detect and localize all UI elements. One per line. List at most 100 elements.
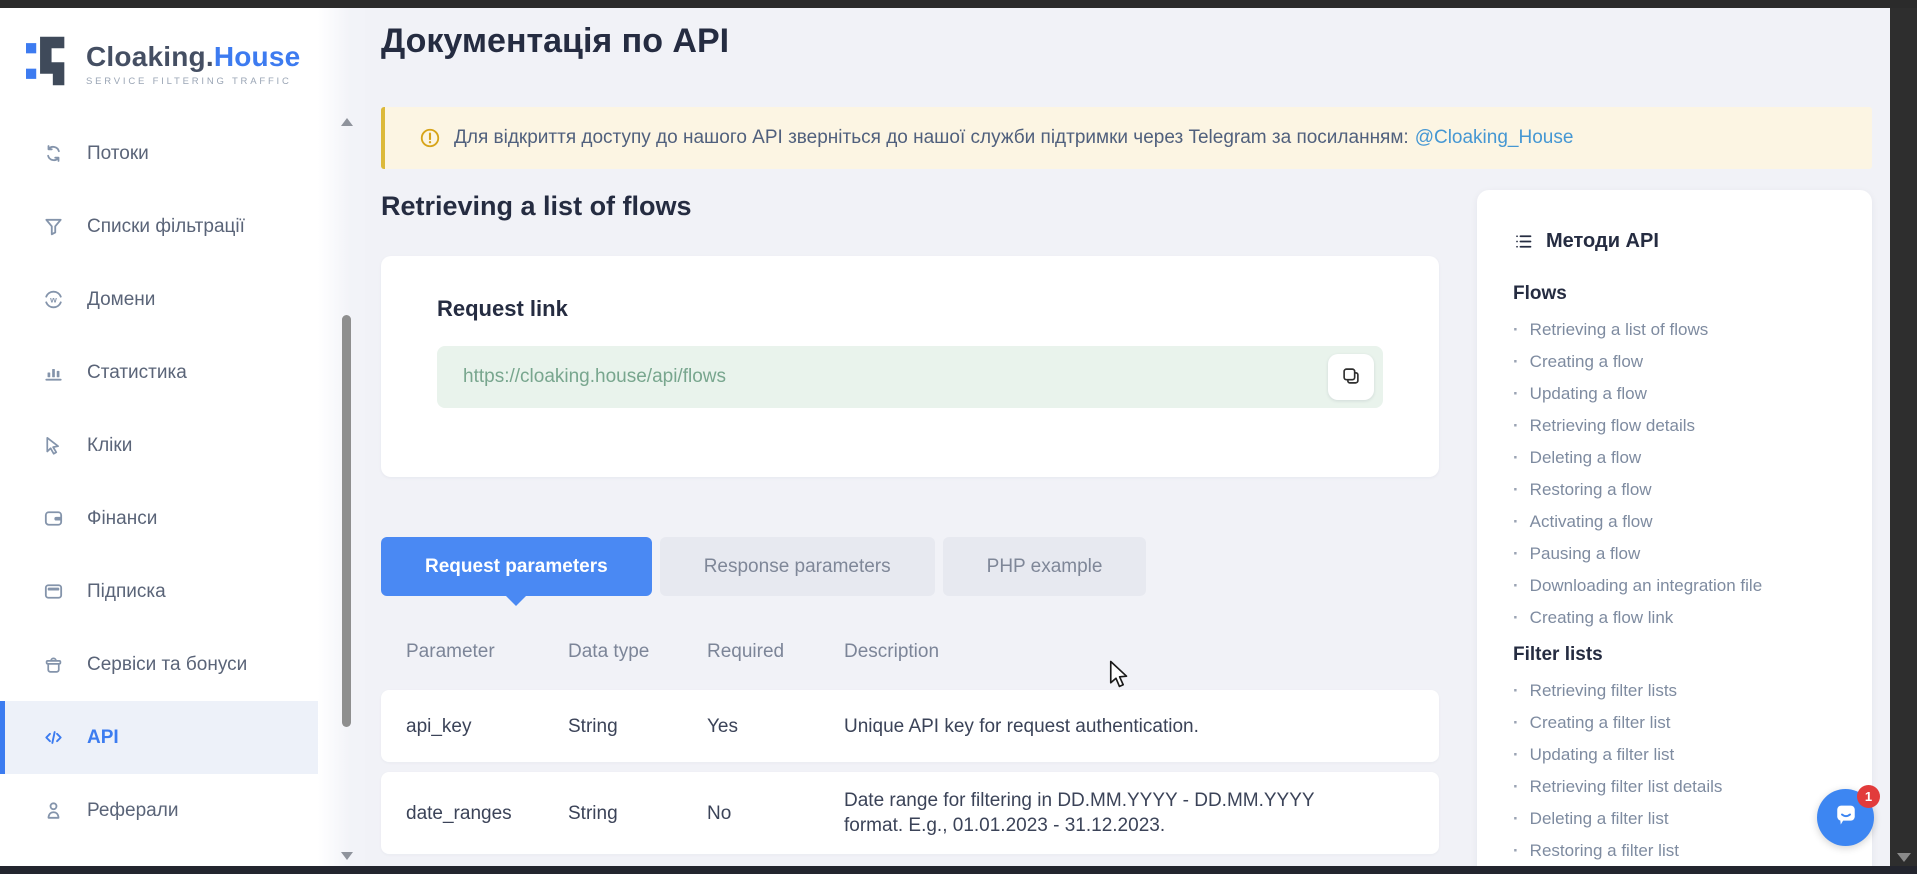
cloaking-house-logo-icon xyxy=(26,34,72,93)
chat-widget-button[interactable]: 1 xyxy=(1817,789,1874,846)
banner-text: Для відкриття доступу до нашого API звер… xyxy=(454,127,1573,149)
sidebar-item[interactable]: Статистика xyxy=(0,336,318,409)
copy-icon xyxy=(1340,365,1362,390)
cell-data-type: String xyxy=(568,785,707,842)
stats-icon xyxy=(42,361,65,384)
sidebar-item-label: Кліки xyxy=(87,435,132,457)
logo-text: Cloaking.House SERVICE FILTERING TRAFFIC xyxy=(86,41,300,87)
table-row: api_key String Yes Unique API key for re… xyxy=(381,690,1439,762)
logo[interactable]: Cloaking.House SERVICE FILTERING TRAFFIC xyxy=(0,8,318,93)
tab[interactable]: Request parameters xyxy=(381,537,652,596)
chat-notification-badge: 1 xyxy=(1857,785,1880,808)
filter-icon xyxy=(42,215,65,238)
tabs: Request parameters Response parameters P… xyxy=(381,537,1154,596)
telegram-link[interactable]: @Cloaking_House xyxy=(1415,127,1574,148)
column-header: Description xyxy=(844,641,1399,663)
cell-parameter: date_ranges xyxy=(406,785,568,842)
api-methods-panel: Методи API Flows Retrieving a list of fl… xyxy=(1477,190,1872,874)
request-link-title: Request link xyxy=(437,296,1439,322)
window-chrome-bottom xyxy=(0,866,1917,874)
scroll-up-arrow-icon[interactable] xyxy=(341,118,353,126)
method-link[interactable]: Creating a flow link xyxy=(1513,602,1836,634)
finance-icon xyxy=(42,507,65,530)
sidebar-item[interactable]: w Домени xyxy=(0,263,318,336)
subscription-icon xyxy=(42,580,65,603)
info-banner: Для відкриття доступу до нашого API звер… xyxy=(381,107,1872,169)
method-link[interactable]: Restoring a filter list xyxy=(1513,835,1836,867)
sidebar-item[interactable]: Списки фільтрації xyxy=(0,190,318,263)
method-link[interactable]: Restoring a flow xyxy=(1513,474,1836,506)
table-header-row: Parameter Data typeRequiredDescription xyxy=(381,614,1439,690)
window-chrome-top xyxy=(0,0,1917,8)
method-link[interactable]: Retrieving flow details xyxy=(1513,410,1836,442)
browser-scrollbar-track[interactable] xyxy=(1890,0,1917,874)
tab[interactable]: Response parameters xyxy=(660,537,935,596)
method-link[interactable]: Retrieving filter list details xyxy=(1513,771,1836,803)
sidebar-item-label: Підписка xyxy=(87,581,166,603)
sidebar-item-label: Потоки xyxy=(87,143,149,165)
svg-text:w: w xyxy=(49,295,57,305)
sync-icon xyxy=(42,142,65,165)
sidebar-item[interactable]: Реферали xyxy=(0,774,318,847)
scroll-down-arrow-icon[interactable] xyxy=(341,852,353,860)
sidebar-item-label: Сервіси та бонуси xyxy=(87,654,247,676)
cell-required: Yes xyxy=(707,698,844,755)
brand-name-accent: House xyxy=(214,41,301,72)
sidebar-item[interactable]: Підписка xyxy=(0,555,318,628)
method-link[interactable]: Creating a flow xyxy=(1513,346,1836,378)
sidebar-scrollbar-thumb[interactable] xyxy=(342,315,351,727)
methods-panel-title: Методи API xyxy=(1546,230,1659,253)
methods-section-flows: Flows xyxy=(1513,283,1836,305)
flows-method-list: Retrieving a list of flowsCreating a flo… xyxy=(1513,314,1836,634)
cell-data-type: String xyxy=(568,698,707,755)
request-link-card: Request link https://cloaking.house/api/… xyxy=(381,256,1439,477)
info-icon xyxy=(419,127,441,149)
method-link[interactable]: Activating a flow xyxy=(1513,506,1836,538)
domains-icon: w xyxy=(42,288,65,311)
method-link[interactable]: Retrieving filter lists xyxy=(1513,675,1836,707)
sidebar-item[interactable]: API xyxy=(0,701,318,774)
page-title: Документація по API xyxy=(381,22,729,61)
sidebar-item[interactable]: Фінанси xyxy=(0,482,318,555)
method-link[interactable]: Deleting a flow xyxy=(1513,442,1836,474)
method-link[interactable]: Pausing a flow xyxy=(1513,538,1836,570)
method-link[interactable]: Deleting a filter list xyxy=(1513,803,1836,835)
sidebar-scrollbar[interactable] xyxy=(337,8,355,866)
methods-section-filter-lists: Filter lists xyxy=(1513,644,1836,666)
cell-description: Unique API key for request authenticatio… xyxy=(844,698,1364,755)
column-header: Parameter xyxy=(406,640,466,664)
table-row: date_ranges String No Date range for fil… xyxy=(381,772,1439,854)
clicks-icon xyxy=(42,434,65,457)
request-url-value: https://cloaking.house/api/flows xyxy=(463,366,1328,388)
tab[interactable]: PHP example xyxy=(943,537,1147,596)
app-screen: Cloaking.House SERVICE FILTERING TRAFFIC… xyxy=(0,0,1917,874)
column-header: Data type xyxy=(568,641,707,663)
sidebar: Cloaking.House SERVICE FILTERING TRAFFIC… xyxy=(0,8,318,866)
parameters-table: Parameter Data typeRequiredDescription ap… xyxy=(381,614,1439,864)
method-link[interactable]: Retrieving a list of flows xyxy=(1513,314,1836,346)
method-link[interactable]: Updating a flow xyxy=(1513,378,1836,410)
sidebar-item-label: Статистика xyxy=(87,362,187,384)
request-url-field[interactable]: https://cloaking.house/api/flows xyxy=(437,346,1383,408)
method-link[interactable]: Downloading an integration file xyxy=(1513,570,1836,602)
sidebar-item-label: Списки фільтрації xyxy=(87,216,245,238)
column-header: Required xyxy=(707,641,844,663)
sidebar-item[interactable]: Потоки xyxy=(0,117,318,190)
sidebar-menu: Потоки Списки фільтрації w Домени Статис… xyxy=(0,117,318,847)
brand-name: Cloaking. xyxy=(86,41,214,72)
gift-icon xyxy=(42,653,65,676)
cell-parameter: api_key xyxy=(406,698,568,755)
filter-lists-method-list: Retrieving filter listsCreating a filter… xyxy=(1513,675,1836,867)
sidebar-item-label: Реферали xyxy=(87,800,178,822)
sidebar-item-label: API xyxy=(87,727,119,749)
code-icon xyxy=(42,726,65,749)
sidebar-item[interactable]: Сервіси та бонуси xyxy=(0,628,318,701)
scrollbar-down-arrow-icon[interactable] xyxy=(1897,853,1911,862)
method-link[interactable]: Creating a filter list xyxy=(1513,707,1836,739)
table-body: api_key String Yes Unique API key for re… xyxy=(381,690,1439,854)
cell-description: Date range for filtering in DD.MM.YYYY -… xyxy=(844,772,1364,854)
list-icon xyxy=(1513,231,1534,252)
sidebar-item[interactable]: Кліки xyxy=(0,409,318,482)
copy-button[interactable] xyxy=(1328,354,1374,400)
method-link[interactable]: Updating a filter list xyxy=(1513,739,1836,771)
